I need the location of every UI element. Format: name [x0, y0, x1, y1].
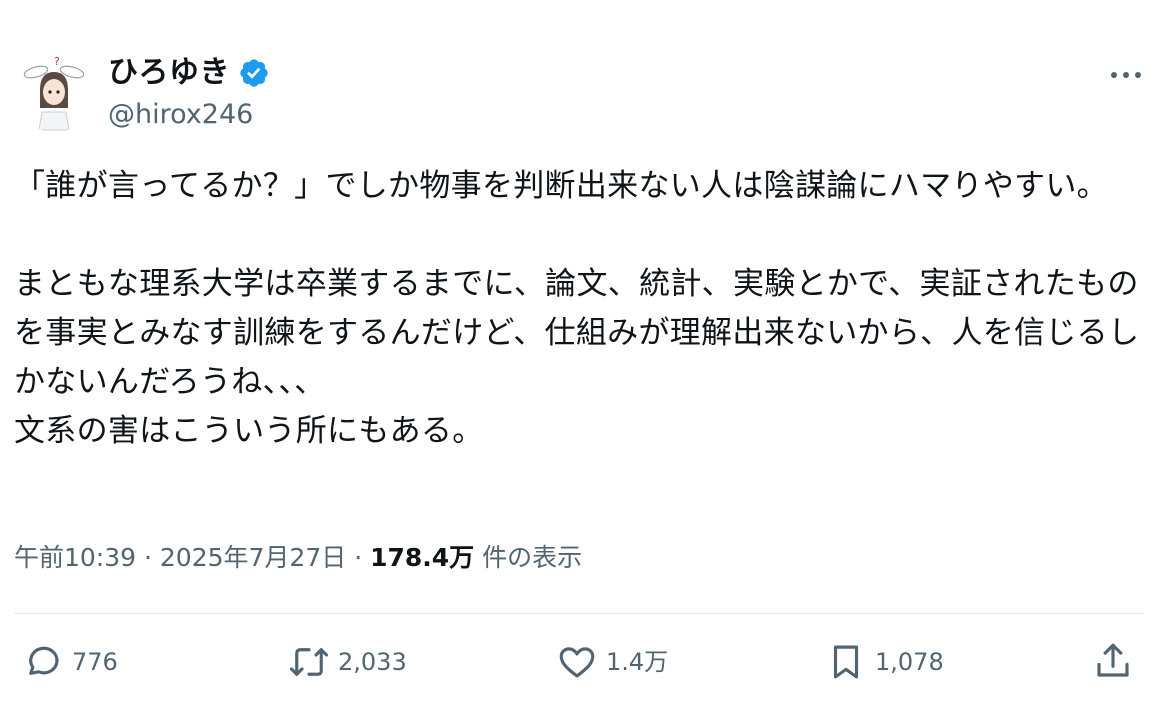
meta-separator: · [144, 543, 152, 572]
like-button[interactable]: 1.4万 [556, 640, 668, 684]
bookmark-count: 1,078 [875, 648, 944, 676]
meta-separator: · [354, 543, 363, 572]
reply-icon [29, 646, 59, 675]
tweet-date[interactable]: 2025年7月27日 [160, 543, 346, 572]
tweet-text: 「誰が言ってるか？」でしか物事を判断出来ない人は陰謀論にハマりやすい。 まともな… [14, 168, 1140, 449]
retweet-button[interactable]: 2,033 [288, 640, 407, 684]
heart-icon [559, 647, 595, 678]
more-options-icon[interactable] [1108, 60, 1144, 90]
bookmark-button[interactable]: 1,078 [825, 640, 944, 684]
share-icon [1097, 643, 1129, 677]
tweet-time[interactable]: 午前10:39 [14, 543, 136, 572]
author-handle[interactable]: @hirox246 [108, 98, 253, 132]
avatar-illustration: ? [14, 50, 96, 132]
retweet-icon [289, 648, 329, 676]
tweet-meta: 午前10:39 · 2025年7月27日 · 178.4万 件の表示 [14, 538, 582, 578]
bookmark-icon [833, 645, 859, 679]
author-display-name[interactable]: ひろゆき [108, 54, 230, 92]
avatar[interactable]: ? [14, 50, 96, 132]
retweet-count: 2,033 [338, 648, 407, 676]
divider [14, 613, 1144, 614]
like-count: 1.4万 [606, 648, 669, 676]
verified-badge-icon[interactable] [238, 57, 270, 89]
author-name-row: ひろゆき [108, 54, 270, 92]
svg-text:?: ? [54, 55, 60, 68]
reply-count: 776 [72, 648, 118, 676]
share-button[interactable] [1092, 640, 1134, 682]
view-label: 件の表示 [482, 543, 583, 572]
reply-button[interactable]: 776 [22, 640, 118, 684]
view-count: 178.4万 [370, 543, 475, 572]
